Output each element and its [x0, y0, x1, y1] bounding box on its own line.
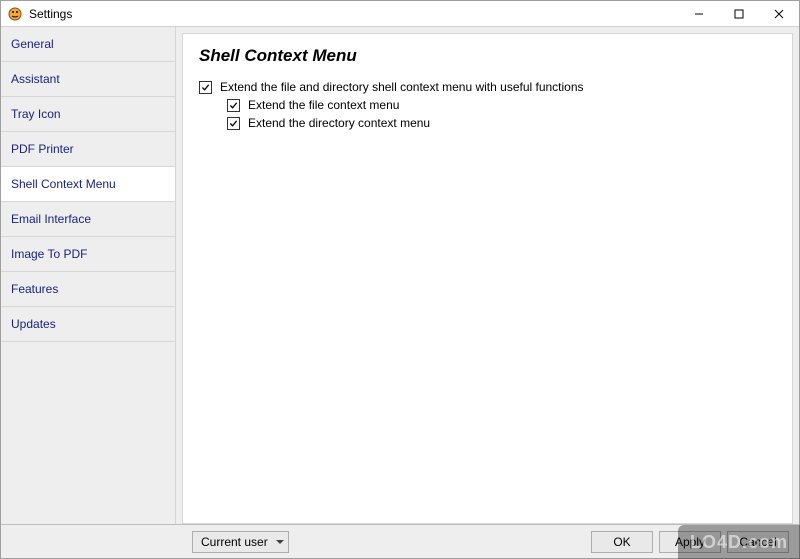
sidebar-item-tray-icon[interactable]: Tray Icon — [1, 97, 175, 132]
ok-button[interactable]: OK — [591, 531, 653, 553]
chevron-down-icon — [276, 540, 284, 544]
button-label: Apply — [675, 535, 705, 549]
settings-panel: Shell Context Menu Extend the file and d… — [182, 33, 793, 524]
checkbox-extend-dir[interactable] — [227, 117, 240, 130]
sidebar-item-label: Assistant — [11, 72, 60, 86]
sidebar-item-label: Shell Context Menu — [11, 177, 116, 191]
close-button[interactable] — [759, 1, 799, 26]
cancel-button[interactable]: Cancel — [727, 531, 789, 553]
panel-heading: Shell Context Menu — [199, 46, 776, 66]
sidebar-item-label: Features — [11, 282, 58, 296]
sidebar-item-label: PDF Printer — [11, 142, 74, 156]
settings-window: Settings General Assistant Tray Icon — [0, 0, 800, 559]
scope-select-value: Current user — [201, 535, 268, 549]
client-area: General Assistant Tray Icon PDF Printer … — [1, 27, 799, 524]
sidebar-item-assistant[interactable]: Assistant — [1, 62, 175, 97]
sidebar: General Assistant Tray Icon PDF Printer … — [1, 27, 176, 524]
button-label: Cancel — [739, 535, 776, 549]
minimize-button[interactable] — [679, 1, 719, 26]
sidebar-item-shell-context-menu[interactable]: Shell Context Menu — [1, 167, 175, 202]
sidebar-item-label: Image To PDF — [11, 247, 87, 261]
sidebar-item-label: Tray Icon — [11, 107, 61, 121]
titlebar: Settings — [1, 1, 799, 27]
button-label: OK — [613, 535, 630, 549]
checkbox-extend-main[interactable] — [199, 81, 212, 94]
checkbox-extend-file[interactable] — [227, 99, 240, 112]
content-area: Shell Context Menu Extend the file and d… — [176, 27, 799, 524]
option-label: Extend the directory context menu — [248, 116, 430, 130]
option-label: Extend the file and directory shell cont… — [220, 80, 584, 94]
app-icon — [7, 6, 23, 22]
window-title: Settings — [29, 7, 72, 21]
scope-select[interactable]: Current user — [192, 531, 289, 553]
sidebar-item-label: Email Interface — [11, 212, 91, 226]
maximize-button[interactable] — [719, 1, 759, 26]
apply-button[interactable]: Apply — [659, 531, 721, 553]
sidebar-item-pdf-printer[interactable]: PDF Printer — [1, 132, 175, 167]
footer: Current user OK Apply Cancel — [1, 524, 799, 558]
sidebar-item-image-to-pdf[interactable]: Image To PDF — [1, 237, 175, 272]
sidebar-item-general[interactable]: General — [1, 27, 175, 62]
window-controls — [679, 1, 799, 26]
option-extend-main: Extend the file and directory shell cont… — [199, 80, 776, 94]
sidebar-item-label: Updates — [11, 317, 56, 331]
sidebar-item-features[interactable]: Features — [1, 272, 175, 307]
sidebar-item-label: General — [11, 37, 54, 51]
option-label: Extend the file context menu — [248, 98, 399, 112]
sidebar-item-updates[interactable]: Updates — [1, 307, 175, 342]
option-extend-file: Extend the file context menu — [227, 98, 776, 112]
sidebar-item-email-interface[interactable]: Email Interface — [1, 202, 175, 237]
option-extend-dir: Extend the directory context menu — [227, 116, 776, 130]
